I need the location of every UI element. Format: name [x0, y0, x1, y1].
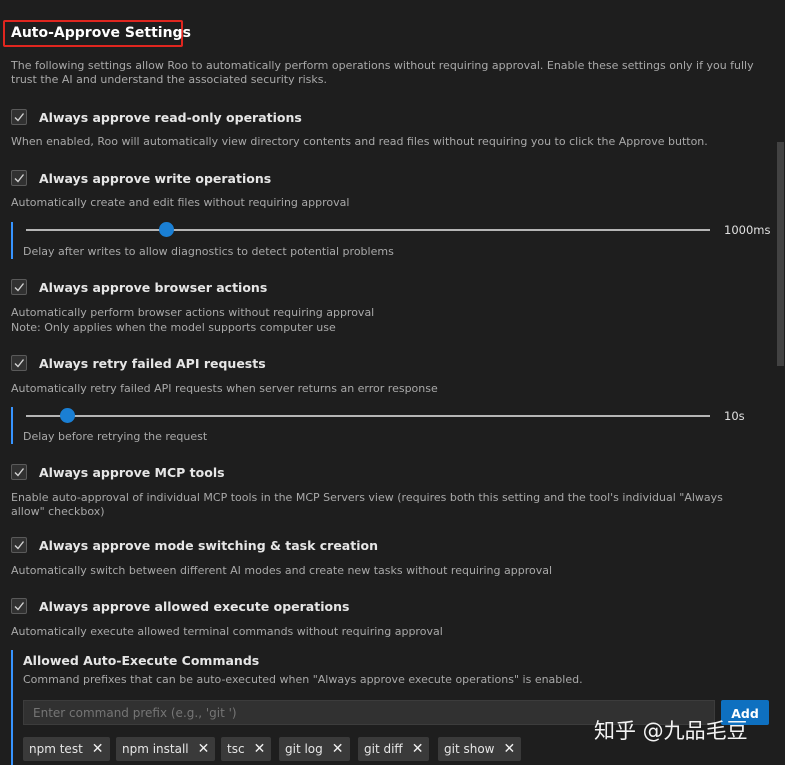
- remove-icon[interactable]: ✕: [412, 741, 424, 757]
- retry-delay-value: 10s: [724, 409, 745, 423]
- browser-desc: Automatically perform browser actions wi…: [11, 306, 375, 319]
- browser-checkbox[interactable]: [11, 279, 27, 295]
- mcp-desc: Enable auto-approval of individual MCP t…: [11, 491, 723, 518]
- intro-text: The following settings allow Roo to auto…: [11, 59, 754, 86]
- watermark: 知乎 @九品毛豆: [594, 719, 748, 743]
- write-slider-accent-line: [11, 222, 13, 259]
- scrollbar-thumb[interactable]: [777, 142, 784, 366]
- write-label[interactable]: Always approve write operations: [39, 171, 271, 186]
- remove-icon[interactable]: ✕: [254, 741, 266, 757]
- read-only-checkbox[interactable]: [11, 109, 27, 125]
- allowed-commands-desc: Command prefixes that can be auto-execut…: [23, 673, 583, 686]
- execute-label[interactable]: Always approve allowed execute operation…: [39, 599, 349, 614]
- write-delay-desc: Delay after writes to allow diagnostics …: [23, 245, 394, 258]
- write-delay-slider[interactable]: [26, 229, 710, 231]
- write-delay-slider-thumb[interactable]: [159, 222, 174, 237]
- command-tag: git diff ✕: [358, 737, 430, 761]
- mcp-label[interactable]: Always approve MCP tools: [39, 465, 225, 480]
- browser-note: Note: Only applies when the model suppor…: [11, 321, 336, 334]
- remove-icon[interactable]: ✕: [198, 741, 210, 757]
- checkmark-icon: [14, 468, 25, 477]
- mode-switching-label[interactable]: Always approve mode switching & task cre…: [39, 538, 378, 553]
- command-tag-label: tsc: [227, 742, 245, 756]
- retry-delay-slider-thumb[interactable]: [60, 408, 75, 423]
- command-tag-label: git show: [444, 742, 495, 756]
- write-checkbox[interactable]: [11, 170, 27, 186]
- retry-label[interactable]: Always retry failed API requests: [39, 356, 266, 371]
- execute-checkbox[interactable]: [11, 598, 27, 614]
- checkmark-icon: [14, 602, 25, 611]
- command-tag-label: git diff: [364, 742, 403, 756]
- mode-switching-checkbox[interactable]: [11, 537, 27, 553]
- page-title: Auto-Approve Settings: [11, 25, 191, 41]
- checkmark-icon: [14, 174, 25, 183]
- write-desc: Automatically create and edit files with…: [11, 196, 350, 209]
- command-tag: git show ✕: [438, 737, 522, 761]
- command-tag-label: npm install: [122, 742, 189, 756]
- remove-icon[interactable]: ✕: [332, 741, 344, 757]
- mcp-checkbox[interactable]: [11, 464, 27, 480]
- command-tag: git log ✕: [279, 737, 350, 761]
- retry-slider-accent-line: [11, 407, 13, 444]
- execute-desc: Automatically execute allowed terminal c…: [11, 625, 443, 638]
- retry-checkbox[interactable]: [11, 355, 27, 371]
- command-tag: npm test ✕: [23, 737, 110, 761]
- scrollbar[interactable]: [776, 0, 785, 765]
- write-delay-value: 1000ms: [724, 223, 771, 237]
- remove-icon[interactable]: ✕: [92, 741, 104, 757]
- mode-switching-desc: Automatically switch between different A…: [11, 564, 553, 577]
- retry-desc: Automatically retry failed API requests …: [11, 382, 438, 395]
- read-only-desc: When enabled, Roo will automatically vie…: [11, 135, 708, 148]
- checkmark-icon: [14, 283, 25, 292]
- command-tag-label: npm test: [29, 742, 83, 756]
- command-tag: npm install ✕: [116, 737, 216, 761]
- allowed-commands-title: Allowed Auto-Execute Commands: [23, 653, 260, 668]
- read-only-label[interactable]: Always approve read-only operations: [39, 110, 302, 125]
- retry-delay-desc: Delay before retrying the request: [23, 430, 208, 443]
- checkmark-icon: [14, 359, 25, 368]
- checkmark-icon: [14, 541, 25, 550]
- browser-label[interactable]: Always approve browser actions: [39, 280, 267, 295]
- allowed-commands-accent-line: [11, 650, 13, 765]
- command-tag-label: git log: [285, 742, 323, 756]
- retry-delay-slider[interactable]: [26, 415, 710, 417]
- checkmark-icon: [14, 113, 25, 122]
- command-tag: tsc ✕: [221, 737, 272, 761]
- remove-icon[interactable]: ✕: [503, 741, 515, 757]
